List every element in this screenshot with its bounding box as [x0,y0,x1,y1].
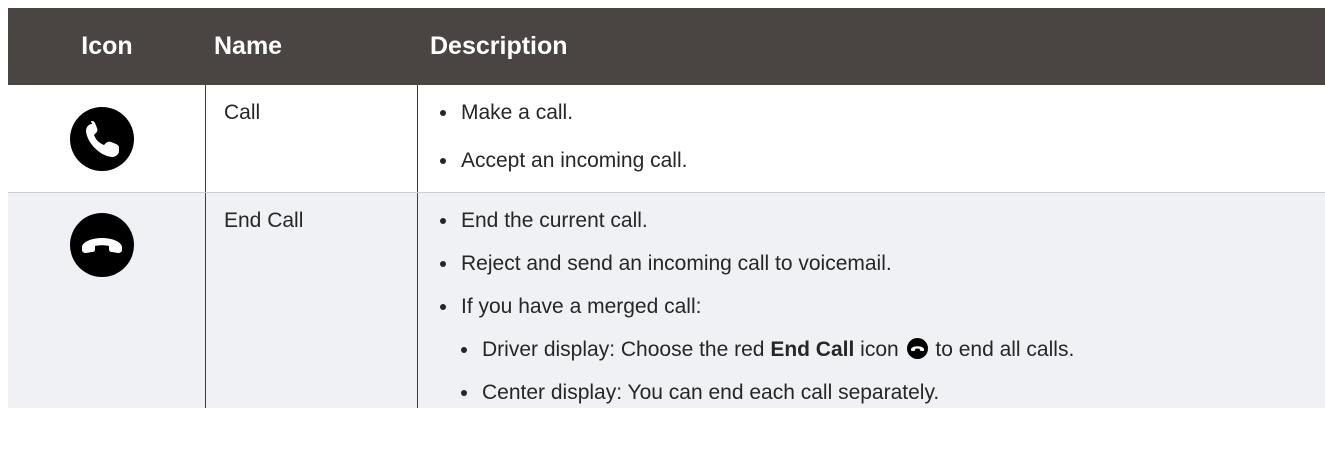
icon-cell [8,85,206,192]
header-icon: Icon [81,32,133,60]
list-item: If you have a merged call: [440,287,1325,327]
list-item: End the current call. [440,201,1325,241]
description-cell: End the current call. Reject and send an… [418,193,1325,408]
icon-cell [8,193,206,408]
phone-call-icon [70,107,134,171]
header-description: Description [430,32,568,60]
list-item-center-display: Center display: You can end each call se… [461,373,1325,413]
list-item-driver-display: Driver display: Choose the red End Call … [461,330,1325,370]
description-cell: Make a call. Accept an incoming call. [418,85,1325,192]
list-item: Reject and send an incoming call to voic… [440,244,1325,284]
table-row: End Call End the current call. Reject an… [8,193,1325,408]
name-call: Call [206,85,418,192]
driver-prefix: Driver display: Choose the red [482,338,771,361]
end-call-inline-icon [906,338,928,359]
icon-reference-table: Icon Name Description Call Make a call. … [8,8,1325,408]
header-name: Name [214,32,283,60]
end-call-bold: End Call [770,338,855,361]
list-item: Make a call. [440,93,1325,133]
end-call-icon [70,213,134,277]
list-item: Accept an incoming call. [440,141,1325,181]
driver-suffix: to end all calls. [929,338,1075,361]
name-end-call: End Call [206,193,418,408]
table-row: Call Make a call. Accept an incoming cal… [8,85,1325,193]
table-header: Icon Name Description [8,8,1325,85]
driver-mid: icon [854,338,899,361]
